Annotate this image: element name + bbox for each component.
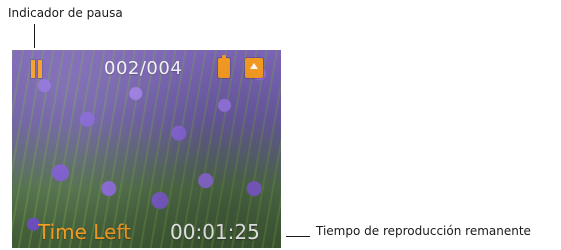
pause-icon-bar-right bbox=[38, 60, 42, 78]
player-screen: 002/004 Time Left 00:01:25 bbox=[12, 50, 281, 248]
pause-indicator-leader-line bbox=[34, 24, 35, 48]
remaining-time-leader-line bbox=[286, 236, 310, 237]
time-left-label: Time Left bbox=[38, 220, 131, 244]
pause-indicator-annotation: Indicador de pausa bbox=[8, 6, 123, 20]
memory-card-icon bbox=[245, 58, 263, 78]
track-counter: 002/004 bbox=[104, 58, 183, 79]
remaining-time-annotation: Tiempo de reproducción remanente bbox=[316, 224, 531, 238]
pause-icon-bar-left bbox=[31, 60, 35, 78]
battery-icon bbox=[218, 55, 230, 78]
time-left-value: 00:01:25 bbox=[170, 220, 260, 244]
pause-icon bbox=[30, 60, 44, 78]
